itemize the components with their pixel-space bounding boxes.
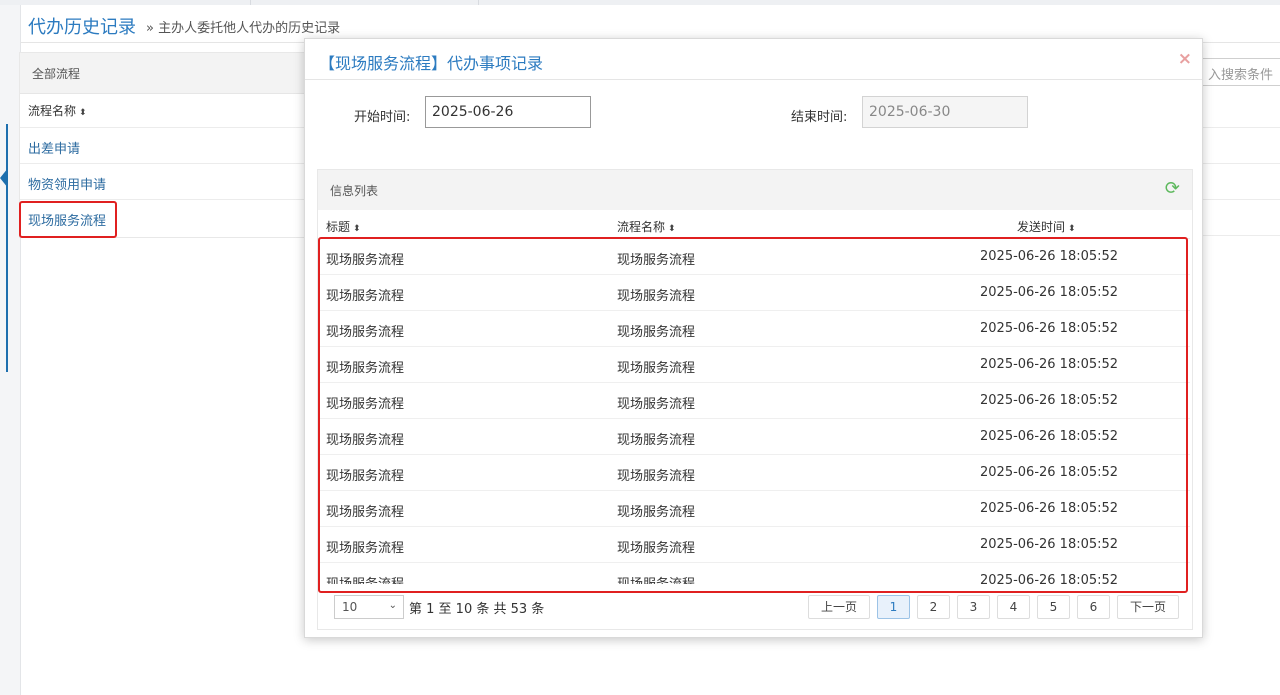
process-list-header: 全部流程 (20, 53, 310, 94)
page-button-3[interactable]: 3 (957, 595, 990, 619)
pagination-info: 第 1 至 10 条 共 53 条 (409, 602, 545, 617)
divider (1202, 163, 1280, 164)
column-header-send-time[interactable]: 发送时间 ⬍ (1017, 218, 1076, 235)
chevron-down-icon: ⌄ (388, 600, 397, 611)
end-time-input[interactable]: 2025-06-30 (862, 96, 1028, 128)
column-header-label: 发送时间 (1017, 220, 1066, 234)
divider (1202, 235, 1280, 236)
end-time-label: 结束时间: (791, 110, 848, 125)
column-header-label: 流程名称 (617, 220, 666, 234)
page-size-select[interactable]: 10 ⌄ (334, 595, 404, 619)
top-tab-strip (0, 0, 1280, 5)
start-time-label: 开始时间: (354, 110, 411, 125)
info-list-title: 信息列表 (330, 184, 379, 198)
page-size-value: 10 (342, 600, 358, 614)
divider (1202, 127, 1280, 128)
highlight-box (19, 201, 117, 238)
sort-icon: ⬍ (79, 108, 87, 118)
list-item[interactable]: 物资领用申请 (20, 163, 310, 200)
page-button-1[interactable]: 1 (877, 595, 910, 619)
list-item[interactable]: 出差申请 (20, 127, 310, 164)
start-time-input[interactable]: 2025-06-26 (425, 96, 591, 128)
info-list-header: 信息列表 ⟳ (318, 170, 1192, 210)
search-input[interactable]: 入搜索条件 (1192, 58, 1280, 86)
info-list-panel: 信息列表 ⟳ 标题 ⬍ 流程名称 ⬍ 发送时间 ⬍ 现场服务流程 现场服务流程 202… (317, 169, 1193, 630)
sort-icon: ⬍ (353, 224, 361, 234)
sort-icon: ⬍ (668, 224, 676, 234)
page-button-6[interactable]: 6 (1077, 595, 1110, 619)
column-header-label: 标题 (326, 220, 351, 234)
page-button-5[interactable]: 5 (1037, 595, 1070, 619)
column-header-process-name[interactable]: 流程名称 ⬍ (617, 218, 676, 235)
left-nav-indicator (6, 124, 8, 372)
divider (1202, 199, 1280, 200)
search-placeholder: 入搜索条件 (1207, 68, 1273, 83)
process-list-header-label: 全部流程 (32, 67, 81, 81)
process-link[interactable]: 出差申请 (28, 138, 80, 157)
modal-header: 【现场服务流程】代办事项记录 × (305, 39, 1202, 80)
next-page-button[interactable]: 下一页 (1117, 595, 1179, 619)
refresh-icon[interactable]: ⟳ (1165, 180, 1180, 198)
page-subtitle: » 主办人委托他人代办的历史记录 (146, 21, 341, 36)
page-button-4[interactable]: 4 (997, 595, 1030, 619)
close-icon[interactable]: × (1178, 49, 1192, 69)
left-gutter (0, 5, 21, 695)
collapse-arrow-icon[interactable] (0, 168, 8, 188)
modal-title: 【现场服务流程】代办事项记录 (319, 54, 544, 73)
highlight-box (318, 237, 1188, 593)
page-button-2[interactable]: 2 (917, 595, 950, 619)
delegation-record-modal: 【现场服务流程】代办事项记录 × 开始时间: 2025-06-26 结束时间: … (304, 38, 1203, 638)
process-link[interactable]: 物资领用申请 (28, 174, 106, 193)
column-header-label: 流程名称 (28, 104, 77, 118)
column-header-process-name[interactable]: 流程名称 ⬍ (28, 102, 87, 119)
column-header-title[interactable]: 标题 ⬍ (326, 218, 361, 235)
sort-icon: ⬍ (1068, 224, 1076, 234)
prev-page-button[interactable]: 上一页 (808, 595, 870, 619)
page-title: 代办历史记录 (28, 17, 136, 38)
